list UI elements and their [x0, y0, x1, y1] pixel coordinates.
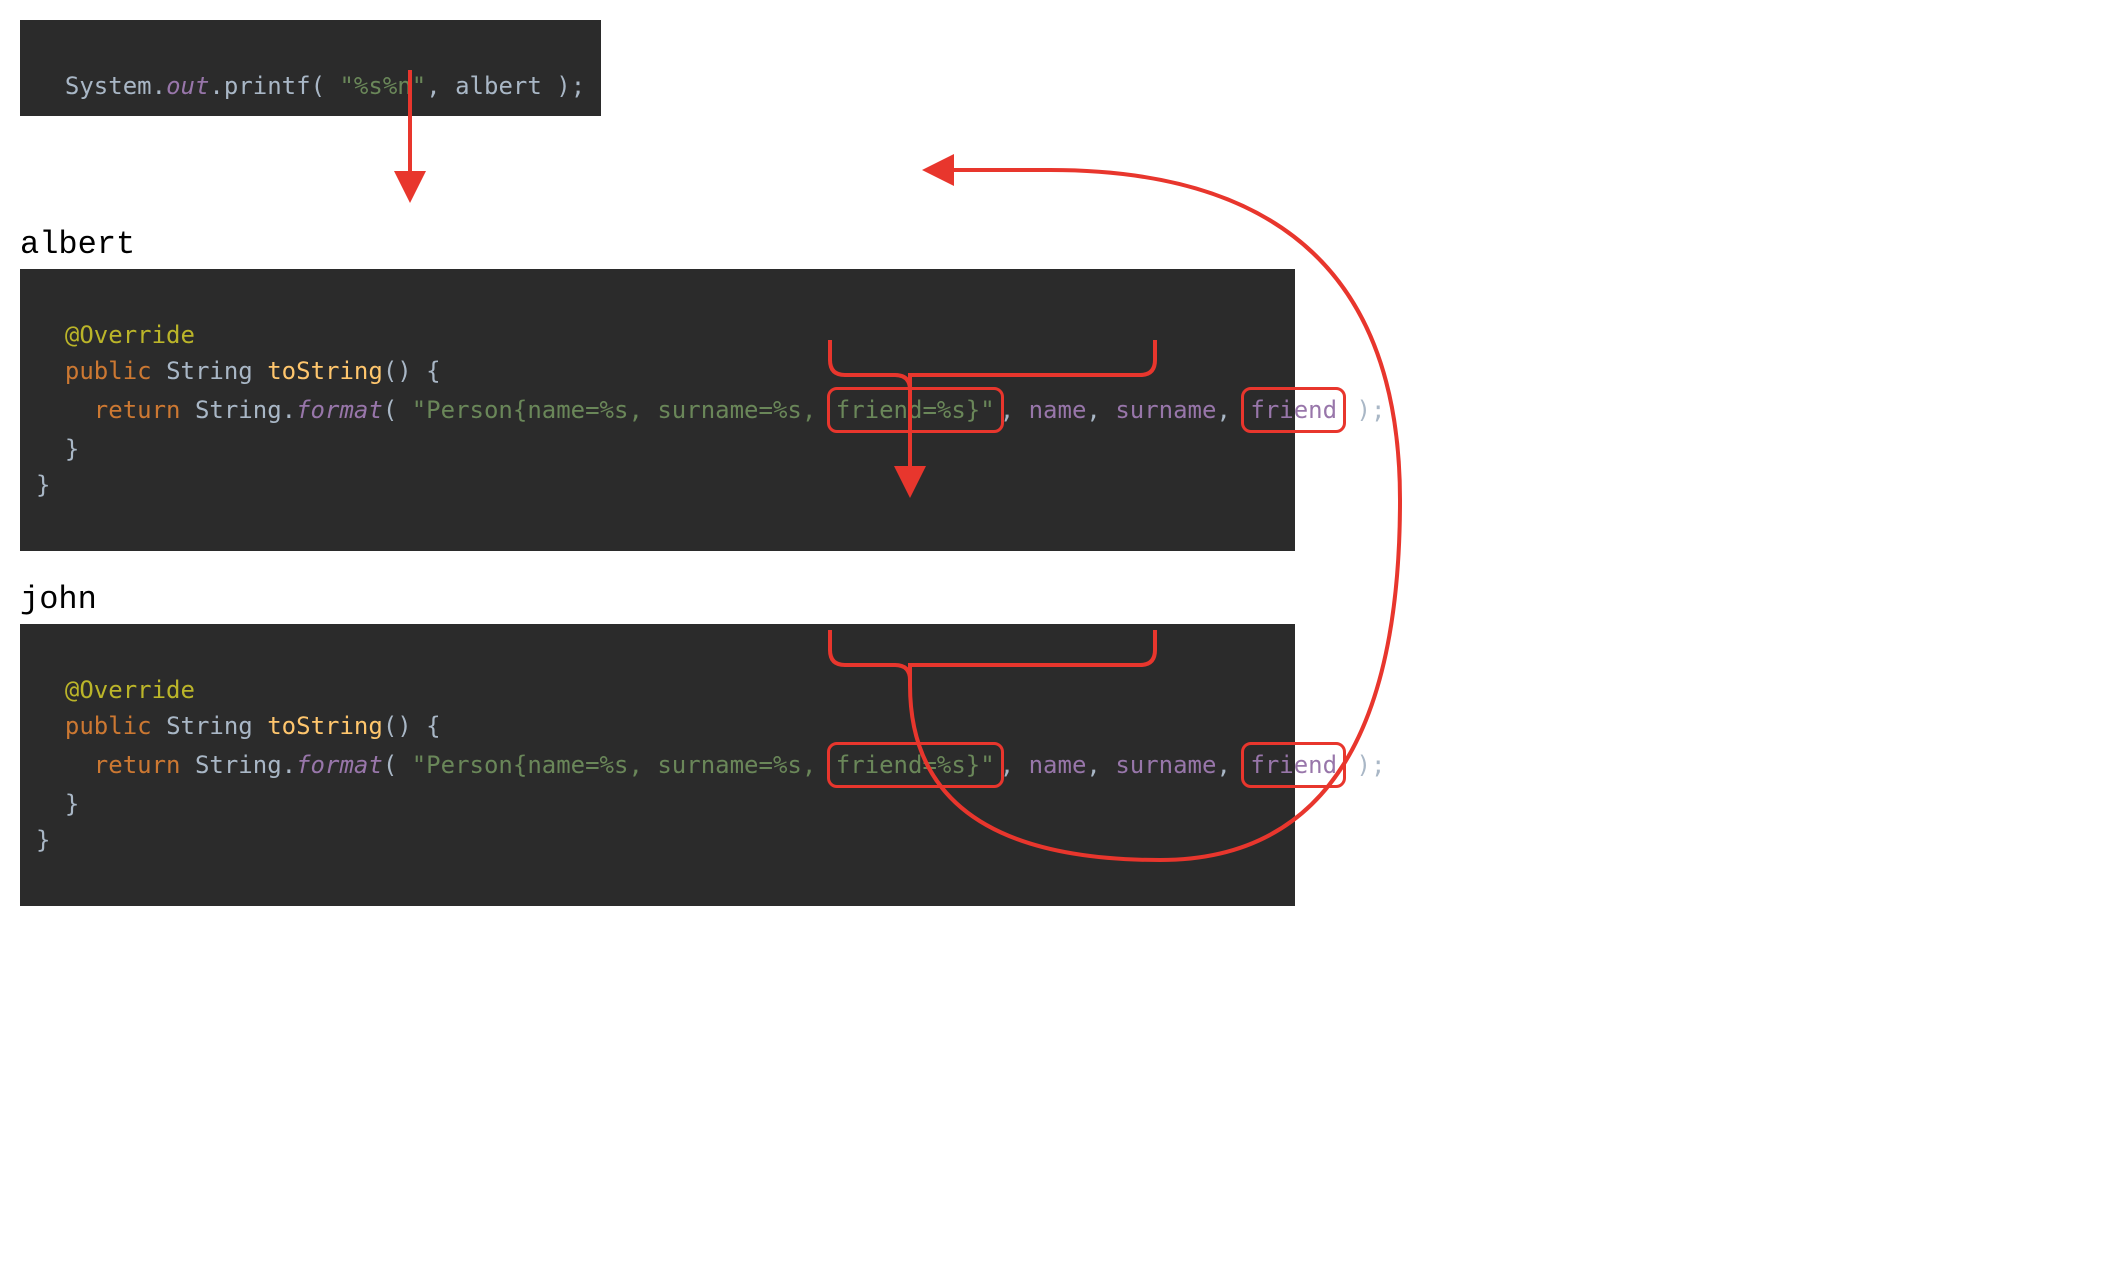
annotation-override: @Override [65, 321, 195, 349]
arg-surname: surname [1115, 396, 1216, 424]
arg-friend: friend [1250, 751, 1337, 779]
brace-close-class: } [36, 471, 50, 499]
highlight-friend-arg: friend [1241, 742, 1346, 788]
open-paren: ( [383, 751, 412, 779]
sig-rest: () { [383, 712, 441, 740]
fmt-highlight-text: friend=%s}" [836, 751, 995, 779]
method-tostring: toString [267, 357, 383, 385]
method-format: format [296, 751, 383, 779]
token-dot: . [152, 72, 166, 100]
fmt-prefix: "Person{name=%s, surname=%s, [412, 396, 831, 424]
brace-close-method: } [36, 790, 79, 818]
class-string: String [195, 396, 282, 424]
highlight-friend-fmt: friend=%s}" [827, 387, 1004, 433]
token-comma: , [426, 72, 455, 100]
arg-surname: surname [1115, 751, 1216, 779]
albert-code-block: @Override public String toString() { ret… [20, 269, 1295, 551]
open-paren: ( [383, 396, 412, 424]
brace-close-method: } [36, 435, 79, 463]
annotation-override: @Override [65, 676, 195, 704]
token-system: System [65, 72, 152, 100]
arg-name: name [1029, 751, 1087, 779]
label-john: john [20, 581, 2086, 618]
token-out: out [166, 72, 209, 100]
fmt-highlight-text: friend=%s}" [836, 396, 995, 424]
type-string: String [166, 357, 253, 385]
comma: , [1086, 396, 1115, 424]
close-paren: ); [1342, 396, 1385, 424]
token-open-paren: ( [311, 72, 340, 100]
comma: , [1000, 751, 1029, 779]
highlight-friend-arg: friend [1241, 387, 1346, 433]
arg-name: name [1029, 396, 1087, 424]
close-paren: ); [1342, 751, 1385, 779]
method-format: format [296, 396, 383, 424]
token-arg-albert: albert [455, 72, 542, 100]
kw-public: public [65, 357, 152, 385]
sig-rest: () { [383, 357, 441, 385]
token-dot: . [209, 72, 223, 100]
method-tostring: toString [267, 712, 383, 740]
dot: . [282, 396, 296, 424]
fmt-prefix: "Person{name=%s, surname=%s, [412, 751, 831, 779]
dot: . [282, 751, 296, 779]
kw-public: public [65, 712, 152, 740]
arg-friend: friend [1250, 396, 1337, 424]
type-string: String [166, 712, 253, 740]
brace-close-class: } [36, 826, 50, 854]
kw-return: return [94, 751, 181, 779]
comma: , [1086, 751, 1115, 779]
highlight-friend-fmt: friend=%s}" [827, 742, 1004, 788]
kw-return: return [94, 396, 181, 424]
comma: , [1000, 396, 1029, 424]
john-code-block: @Override public String toString() { ret… [20, 624, 1295, 906]
label-albert: albert [20, 226, 2086, 263]
class-string: String [195, 751, 282, 779]
top-printf-block: System.out.printf( "%s%n", albert ); [20, 20, 601, 116]
token-close-paren: ); [542, 72, 585, 100]
token-format-string: "%s%n" [339, 72, 426, 100]
token-printf: printf [224, 72, 311, 100]
